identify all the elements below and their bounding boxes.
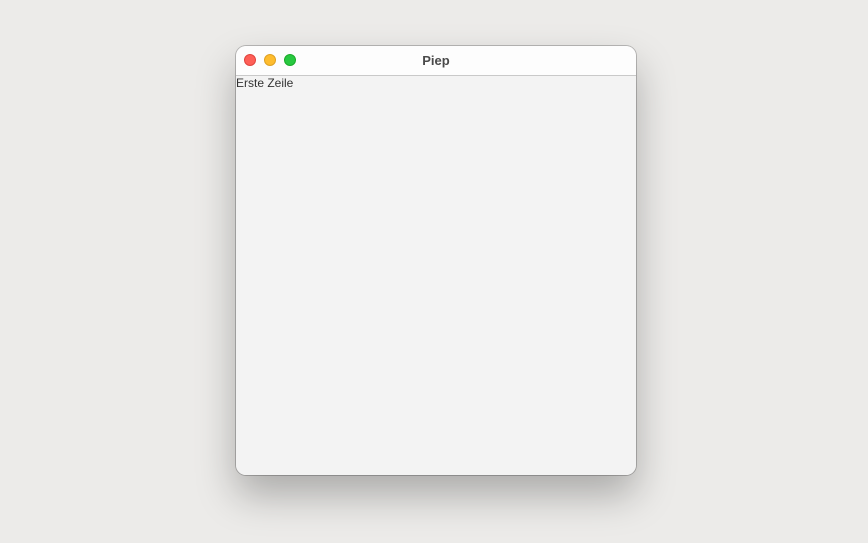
content-area: Erste Zeile	[236, 76, 636, 475]
window-title: Piep	[422, 53, 450, 68]
app-window: Piep Erste Zeile	[236, 46, 636, 475]
text-line: Erste Zeile	[236, 76, 294, 90]
desktop: Piep Erste Zeile	[0, 0, 868, 543]
title-bar[interactable]: Piep	[236, 46, 636, 76]
